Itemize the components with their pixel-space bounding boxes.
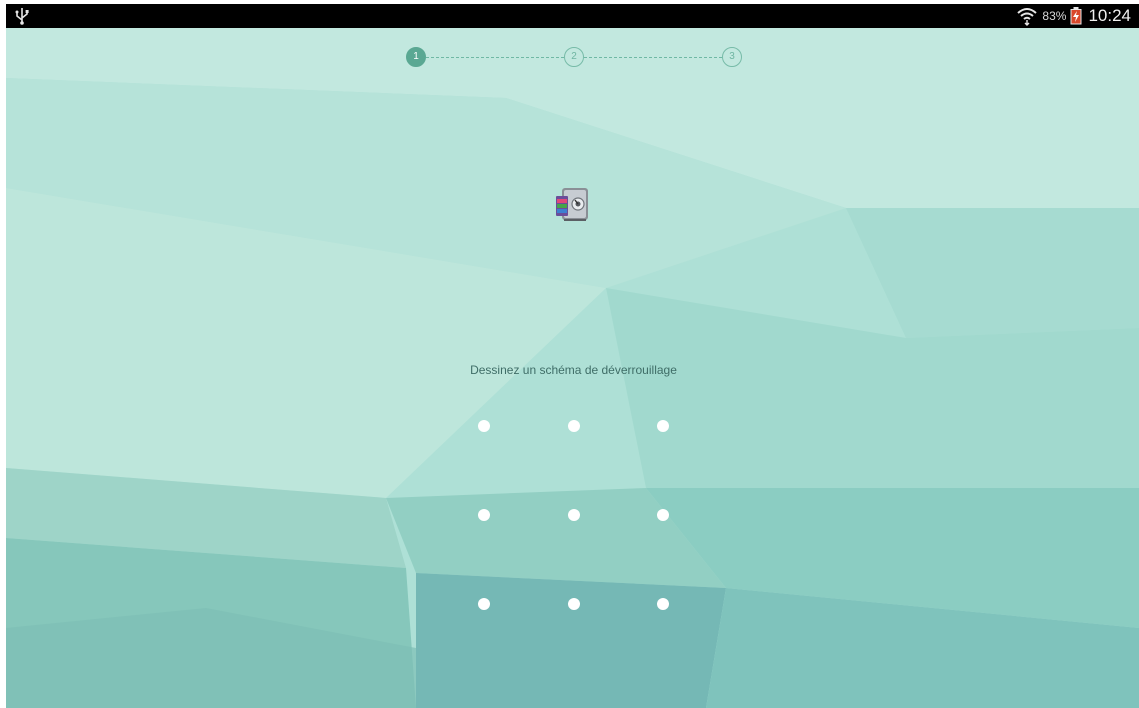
pattern-dot	[478, 509, 490, 521]
pattern-dot-6[interactable]	[643, 495, 683, 535]
wifi-icon	[1017, 8, 1038, 26]
battery-charging-icon	[1070, 7, 1082, 25]
vault-app-icon	[556, 188, 588, 221]
pattern-prompt: Dessinez un schéma de déverrouillage	[470, 363, 677, 377]
pattern-dot-5[interactable]	[554, 495, 594, 535]
unlock-pattern-grid[interactable]	[454, 396, 694, 636]
pattern-dot	[657, 598, 669, 610]
pattern-dot	[657, 420, 669, 432]
usb-icon	[15, 8, 29, 25]
pattern-dot-9[interactable]	[643, 584, 683, 624]
pattern-dot-8[interactable]	[554, 584, 594, 624]
step-connector	[584, 57, 722, 58]
clock: 10:24	[1088, 6, 1131, 25]
step-connector	[426, 57, 564, 58]
pattern-dot	[657, 509, 669, 521]
pattern-dot	[568, 420, 580, 432]
pattern-dot-2[interactable]	[554, 406, 594, 446]
step-2: 2	[564, 47, 584, 67]
pattern-dot	[478, 420, 490, 432]
pattern-dot-3[interactable]	[643, 406, 683, 446]
pattern-dot	[478, 598, 490, 610]
pattern-dot-1[interactable]	[464, 406, 504, 446]
pattern-dot-7[interactable]	[464, 584, 504, 624]
pattern-dot-4[interactable]	[464, 495, 504, 535]
lock-setup-screen: 83% 10:24 1 2 3 Dessinez un schéma de dé…	[6, 4, 1139, 708]
step-indicator: 1 2 3	[406, 46, 746, 68]
status-bar: 83% 10:24	[6, 4, 1139, 28]
step-1: 1	[406, 47, 426, 67]
battery-percent: 83%	[1042, 9, 1067, 23]
pattern-dot	[568, 598, 580, 610]
pattern-dot	[568, 509, 580, 521]
step-3: 3	[722, 47, 742, 67]
